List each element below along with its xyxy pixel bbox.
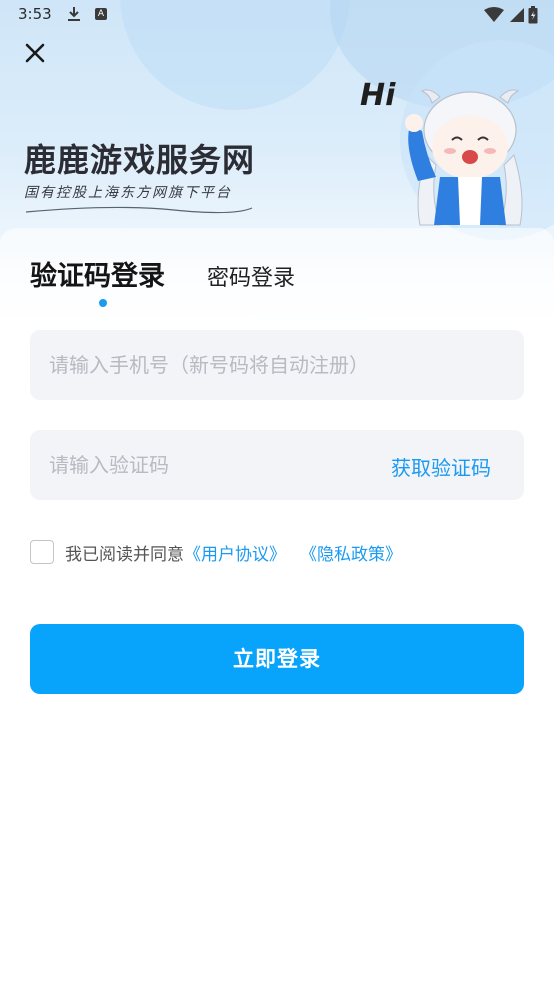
login-button[interactable]: 立即登录 (30, 624, 524, 694)
get-code-button[interactable]: 获取验证码 (391, 452, 491, 481)
agreement-prefix: 我已阅读并同意 (65, 544, 184, 565)
brand-block: 鹿鹿游戏服务网 国有控股上海东方网旗下平台 (24, 140, 255, 216)
phone-input[interactable] (49, 330, 509, 400)
wifi-icon (484, 7, 504, 22)
privacy-policy-link[interactable]: 《隐私政策》 (300, 540, 402, 565)
signal-icon (510, 8, 524, 22)
code-input[interactable] (49, 430, 349, 500)
notification-a-icon: A (95, 8, 107, 20)
brand-underline-decor (25, 206, 253, 214)
agreement-row: 我已阅读并同意 《用户协议》 《隐私政策》 (30, 538, 402, 566)
battery-icon (528, 6, 538, 24)
brand-title: 鹿鹿游戏服务网 (24, 141, 256, 179)
status-time: 3:53 (18, 5, 52, 23)
phone-field (30, 330, 524, 400)
user-agreement-link[interactable]: 《用户协议》 (184, 540, 286, 565)
download-icon (66, 6, 82, 26)
greeting-text: Hi (360, 78, 396, 113)
brand-subtitle: 国有控股上海东方网旗下平台 (24, 185, 232, 201)
code-field: 获取验证码 (30, 430, 524, 500)
tab-sms-login[interactable]: 验证码登录 (30, 254, 165, 293)
agree-checkbox[interactable] (30, 540, 54, 564)
status-icons (484, 6, 538, 24)
mascot-illustration (405, 89, 523, 226)
tab-password-login[interactable]: 密码登录 (207, 260, 295, 292)
close-icon[interactable] (22, 40, 48, 66)
status-bar: 3:53 A (0, 0, 554, 30)
active-tab-indicator (99, 299, 107, 307)
